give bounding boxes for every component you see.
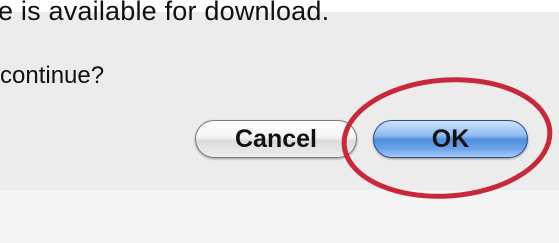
- highlight-ellipse: [341, 77, 553, 199]
- highlight-circle-annotation: [341, 77, 553, 199]
- alert-dialog: e is available for download. continue? C…: [0, 0, 559, 243]
